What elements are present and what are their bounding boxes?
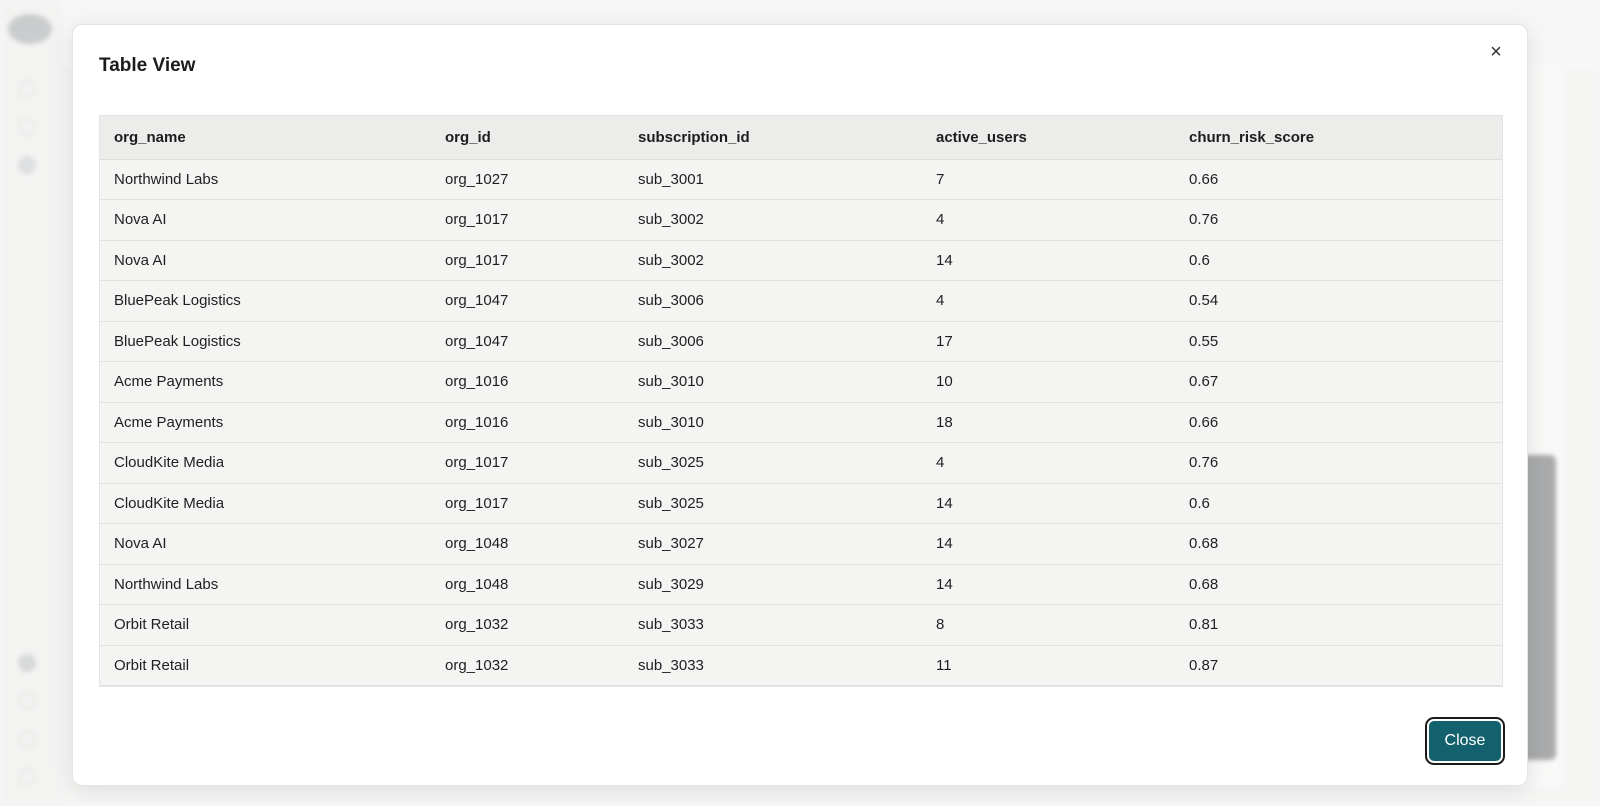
table-cell-active-users: 4 (922, 280, 1175, 322)
table-cell-org-name: Nova AI (100, 523, 431, 565)
table-cell-org-id: org_1027 (431, 159, 624, 200)
table-cell-churn-risk-score: 0.87 (1175, 645, 1502, 686)
data-table-container[interactable]: org_name org_id subscription_id active_user… (99, 115, 1503, 687)
table-cell-subscription-id: sub_3002 (624, 240, 922, 281)
table-cell-active-users: 14 (922, 240, 1175, 281)
data-table: org_name org_id subscription_id active_user… (100, 116, 1502, 686)
table-cell-org-name: Acme Payments (100, 361, 431, 403)
table-cell-org-name: Northwind Labs (100, 159, 431, 200)
table-cell-org-name: Nova AI (100, 199, 431, 241)
table-row[interactable]: Nova AI org_1017 sub_3002 14 0.6 (100, 240, 1502, 281)
table-row[interactable]: Orbit Retail org_1032 sub_3033 8 0.81 (100, 604, 1502, 646)
table-cell-org-name: Orbit Retail (100, 604, 431, 646)
table-cell-churn-risk-score: 0.68 (1175, 564, 1502, 605)
table-cell-active-users: 8 (922, 604, 1175, 646)
table-cell-subscription-id: sub_3006 (624, 280, 922, 322)
table-cell-active-users: 4 (922, 442, 1175, 484)
table-cell-org-name: CloudKite Media (100, 442, 431, 484)
table-cell-churn-risk-score: 0.66 (1175, 402, 1502, 443)
table-row[interactable]: BluePeak Logistics org_1047 sub_3006 4 0.54 (100, 280, 1502, 322)
table-row[interactable]: Acme Payments org_1016 sub_3010 18 0.66 (100, 402, 1502, 443)
table-cell-churn-risk-score: 0.76 (1175, 199, 1502, 241)
column-header-churn-risk-score: churn_risk_score (1175, 116, 1502, 160)
table-cell-org-id: org_1032 (431, 604, 624, 646)
table-cell-churn-risk-score: 0.81 (1175, 604, 1502, 646)
table-cell-org-name: Orbit Retail (100, 645, 431, 686)
table-cell-org-name: Northwind Labs (100, 564, 431, 605)
table-cell-churn-risk-score: 0.66 (1175, 159, 1502, 200)
table-row[interactable]: Northwind Labs org_1027 sub_3001 7 0.66 (100, 159, 1502, 200)
table-cell-org-name: Acme Payments (100, 402, 431, 443)
table-cell-active-users: 18 (922, 402, 1175, 443)
table-row[interactable]: BluePeak Logistics org_1047 sub_3006 17 0.55 (100, 321, 1502, 362)
table-row[interactable]: Northwind Labs org_1048 sub_3029 14 0.68 (100, 564, 1502, 605)
close-icon[interactable]: × (1483, 39, 1509, 65)
table-cell-active-users: 14 (922, 564, 1175, 605)
table-cell-org-id: org_1047 (431, 321, 624, 362)
table-cell-churn-risk-score: 0.55 (1175, 321, 1502, 362)
table-cell-org-id: org_1016 (431, 361, 624, 403)
table-row[interactable]: Orbit Retail org_1032 sub_3033 11 0.87 (100, 645, 1502, 686)
table-row[interactable]: Nova AI org_1048 sub_3027 14 0.68 (100, 523, 1502, 565)
table-cell-org-id: org_1048 (431, 564, 624, 605)
table-cell-org-id: org_1048 (431, 523, 624, 565)
table-cell-subscription-id: sub_3033 (624, 645, 922, 686)
table-cell-churn-risk-score: 0.67 (1175, 361, 1502, 403)
table-cell-active-users: 14 (922, 483, 1175, 524)
table-cell-churn-risk-score: 0.76 (1175, 442, 1502, 484)
table-cell-org-id: org_1017 (431, 199, 624, 241)
table-cell-churn-risk-score: 0.68 (1175, 523, 1502, 565)
table-cell-org-id: org_1017 (431, 240, 624, 281)
table-cell-org-id: org_1032 (431, 645, 624, 686)
table-row[interactable]: CloudKite Media org_1017 sub_3025 14 0.6 (100, 483, 1502, 524)
table-cell-org-id: org_1047 (431, 280, 624, 322)
table-cell-active-users: 14 (922, 523, 1175, 565)
table-header-row: org_name org_id subscription_id active_user… (100, 116, 1502, 160)
column-header-org-id: org_id (431, 116, 624, 160)
table-cell-active-users: 7 (922, 159, 1175, 200)
table-cell-active-users: 4 (922, 199, 1175, 241)
table-cell-subscription-id: sub_3010 (624, 402, 922, 443)
table-row[interactable]: CloudKite Media org_1017 sub_3025 4 0.76 (100, 442, 1502, 484)
table-cell-subscription-id: sub_3029 (624, 564, 922, 605)
table-cell-subscription-id: sub_3001 (624, 159, 922, 200)
table-cell-org-name: BluePeak Logistics (100, 321, 431, 362)
table-cell-org-name: Nova AI (100, 240, 431, 281)
table-cell-active-users: 10 (922, 361, 1175, 403)
table-body: Northwind Labs org_1027 sub_3001 7 0.66 Nova … (100, 159, 1502, 686)
table-cell-subscription-id: sub_3006 (624, 321, 922, 362)
table-cell-subscription-id: sub_3025 (624, 483, 922, 524)
table-cell-org-id: org_1017 (431, 442, 624, 484)
table-cell-subscription-id: sub_3010 (624, 361, 922, 403)
table-cell-churn-risk-score: 0.6 (1175, 483, 1502, 524)
table-cell-churn-risk-score: 0.6 (1175, 240, 1502, 281)
table-cell-active-users: 11 (922, 645, 1175, 686)
column-header-subscription-id: subscription_id (624, 116, 922, 160)
column-header-org-name: org_name (100, 116, 431, 160)
table-view-modal: Table View × org_name org_id subscription_… (72, 24, 1528, 786)
table-cell-subscription-id: sub_3002 (624, 199, 922, 241)
column-header-active-users: active_users (922, 116, 1175, 160)
modal-title: Table View (99, 55, 196, 76)
table-cell-subscription-id: sub_3033 (624, 604, 922, 646)
table-row[interactable]: Nova AI org_1017 sub_3002 4 0.76 (100, 199, 1502, 241)
table-cell-org-id: org_1017 (431, 483, 624, 524)
table-cell-active-users: 17 (922, 321, 1175, 362)
table-cell-subscription-id: sub_3025 (624, 442, 922, 484)
close-button[interactable]: Close (1427, 719, 1503, 763)
table-cell-org-name: CloudKite Media (100, 483, 431, 524)
table-cell-org-name: BluePeak Logistics (100, 280, 431, 322)
table-row[interactable]: Acme Payments org_1016 sub_3010 10 0.67 (100, 361, 1502, 403)
table-cell-subscription-id: sub_3027 (624, 523, 922, 565)
table-cell-churn-risk-score: 0.54 (1175, 280, 1502, 322)
table-cell-org-id: org_1016 (431, 402, 624, 443)
